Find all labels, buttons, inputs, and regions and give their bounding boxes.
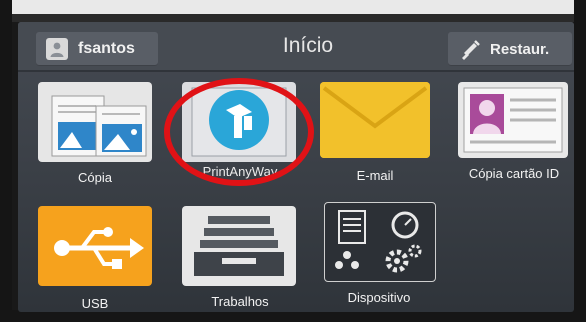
user-name: fsantos [78, 40, 135, 57]
touch-screen: fsantos Início Restaur. Cópia PrintAnyWa… [18, 22, 574, 312]
restore-button[interactable]: Restaur. [448, 32, 572, 66]
usb-icon [54, 227, 144, 269]
device-settings-icon [335, 210, 422, 273]
device-tile-label: Dispositivo [347, 290, 411, 305]
device-tile[interactable] [324, 202, 436, 282]
email-tile[interactable] [320, 82, 430, 158]
copy-tile-label: Cópia [78, 170, 112, 185]
device-bezel-top [0, 0, 586, 14]
id-card-icon [463, 87, 563, 153]
user-account-button[interactable]: fsantos [36, 32, 158, 66]
device-bezel-shadow [0, 14, 586, 22]
restore-label: Restaur. [490, 40, 550, 58]
top-bar-divider [18, 70, 574, 72]
id-card-copy-tile-label: Cópia cartão ID [468, 166, 560, 181]
usb-tile[interactable] [38, 206, 152, 286]
jobs-tile[interactable] [182, 206, 296, 286]
jobs-tile-label: Trabalhos [211, 294, 269, 309]
copy-icon [51, 95, 147, 157]
email-tile-label: E-mail [356, 168, 394, 183]
copy-tile[interactable] [38, 82, 152, 162]
device-bezel-left [0, 0, 12, 322]
id-card-copy-tile[interactable] [458, 82, 568, 158]
page-title: Início [282, 34, 334, 57]
envelope-icon [320, 82, 430, 158]
user-avatar-icon [46, 38, 68, 60]
jobs-tray-icon [194, 216, 284, 276]
device-bezel-right [574, 0, 586, 322]
highlight-circle [164, 78, 314, 186]
usb-tile-label: USB [81, 296, 109, 311]
broom-icon [462, 40, 480, 60]
